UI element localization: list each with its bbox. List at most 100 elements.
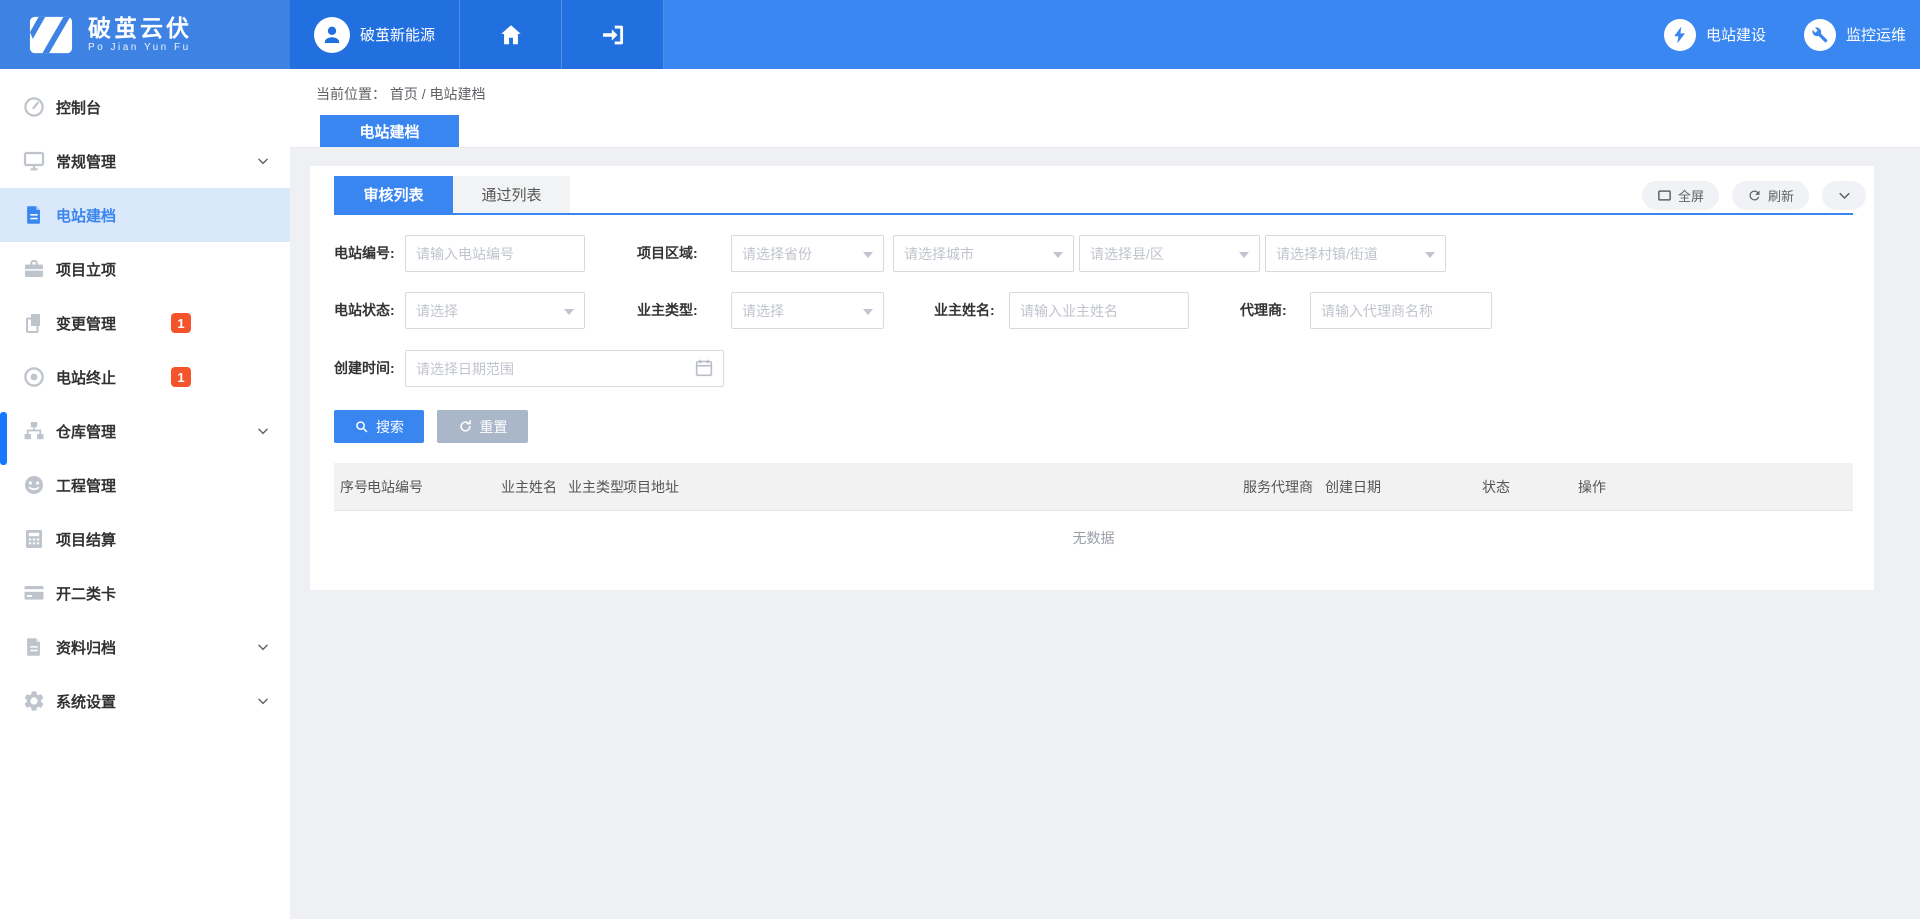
owner-name-input[interactable] bbox=[1009, 292, 1189, 329]
station-no-label: 电站编号: bbox=[334, 235, 395, 272]
bank-card-icon bbox=[21, 580, 47, 606]
fullscreen-icon bbox=[1657, 188, 1672, 203]
sidebar-item-station-termination[interactable]: 电站终止 1 bbox=[0, 350, 290, 404]
home-icon bbox=[498, 22, 524, 48]
region-label: 项目区域: bbox=[637, 235, 698, 272]
sidebar-scrollbar-thumb[interactable] bbox=[0, 412, 7, 465]
tab-approved-list[interactable]: 通过列表 bbox=[453, 176, 570, 213]
nav-label: 监控运维 bbox=[1846, 24, 1906, 45]
nav-station-construction[interactable]: 电站建设 bbox=[1664, 19, 1766, 51]
topbar: 当前位置： 首页 / 电站建档 电站建档 bbox=[290, 69, 1920, 148]
sidebar-item-engineering-mgmt[interactable]: 工程管理 bbox=[0, 458, 290, 512]
chevron-down-icon bbox=[256, 640, 270, 654]
sidebar-item-project-initiation[interactable]: 项目立项 bbox=[0, 242, 290, 296]
sidebar-item-label: 控制台 bbox=[56, 97, 101, 118]
sidebar-item-data-archive[interactable]: 资料归档 bbox=[0, 620, 290, 674]
caret-down-icon bbox=[564, 309, 574, 315]
city-select[interactable]: 请选择城市 bbox=[893, 235, 1074, 272]
owner-type-label: 业主类型: bbox=[637, 292, 698, 329]
empty-state-text: 无数据 bbox=[334, 528, 1853, 548]
calendar-icon[interactable] bbox=[693, 357, 715, 379]
county-select-placeholder: 请选择县/区 bbox=[1090, 244, 1164, 264]
user-icon bbox=[320, 23, 344, 47]
dashboard-icon bbox=[21, 94, 47, 120]
sidebar-item-station-filing[interactable]: 电站建档 bbox=[0, 188, 290, 242]
header: 破茧云伏 Po Jian Yun Fu 破茧新能源 电站建设 bbox=[0, 0, 1920, 69]
breadcrumb-label: 当前位置： bbox=[316, 86, 386, 102]
home-button[interactable] bbox=[460, 0, 562, 69]
search-button[interactable]: 搜索 bbox=[334, 410, 424, 443]
panel-toolbar: 全屏 刷新 bbox=[1642, 181, 1866, 210]
refresh-label: 刷新 bbox=[1768, 186, 1794, 205]
brand-title: 破茧云伏 bbox=[88, 16, 192, 41]
sidebar-item-label: 开二类卡 bbox=[56, 583, 116, 604]
filter-row-1: 电站编号: 项目区域: 请选择省份 请选择城市 请选择县/区 请选择村镇/街道 bbox=[310, 235, 1874, 272]
document-icon bbox=[21, 202, 47, 228]
sidebar-item-general-mgmt[interactable]: 常规管理 bbox=[0, 134, 290, 188]
sidebar-item-label: 项目立项 bbox=[56, 259, 116, 280]
main-area: 当前位置： 首页 / 电站建档 电站建档 审核列表 通过列表 全屏 刷新 电站编… bbox=[290, 69, 1920, 919]
tab-review-list[interactable]: 审核列表 bbox=[334, 176, 453, 213]
sidebar-item-label: 电站建档 bbox=[56, 205, 116, 226]
province-select[interactable]: 请选择省份 bbox=[731, 235, 884, 272]
nav-monitoring-ops[interactable]: 监控运维 bbox=[1804, 19, 1906, 51]
reset-button[interactable]: 重置 bbox=[437, 410, 528, 443]
breadcrumb-path[interactable]: 首页 / 电站建档 bbox=[390, 86, 486, 102]
pages-icon bbox=[21, 310, 47, 336]
user-menu[interactable]: 破茧新能源 bbox=[290, 0, 460, 69]
page-tab-station-filing[interactable]: 电站建档 bbox=[320, 115, 459, 147]
station-status-label: 电站状态: bbox=[334, 292, 395, 329]
filter-actions: 搜索 重置 bbox=[334, 410, 528, 443]
sidebar-item-system-settings[interactable]: 系统设置 bbox=[0, 674, 290, 728]
panel-card: 审核列表 通过列表 全屏 刷新 电站编号: 项目区域: 请选择省份 bbox=[310, 166, 1874, 590]
create-time-label: 创建时间: bbox=[334, 350, 395, 387]
station-no-input[interactable] bbox=[405, 235, 585, 272]
sidebar-item-label: 变更管理 bbox=[56, 313, 116, 334]
user-name: 破茧新能源 bbox=[360, 24, 435, 45]
agent-label: 代理商: bbox=[1240, 292, 1287, 329]
filter-row-2: 电站状态: 请选择 业主类型: 请选择 业主姓名: 代理商: bbox=[310, 292, 1874, 329]
sidebar-item-label: 电站终止 bbox=[56, 367, 116, 388]
avatar bbox=[314, 17, 350, 53]
date-range-field bbox=[405, 350, 724, 387]
caret-down-icon bbox=[1239, 252, 1249, 258]
county-select[interactable]: 请选择县/区 bbox=[1079, 235, 1260, 272]
date-range-input[interactable] bbox=[405, 350, 724, 387]
search-label: 搜索 bbox=[376, 417, 404, 437]
col-owner-name: 业主姓名 bbox=[501, 463, 557, 511]
sitemap-icon bbox=[21, 418, 47, 444]
breadcrumb: 当前位置： 首页 / 电站建档 bbox=[316, 84, 486, 104]
nav-label: 电站建设 bbox=[1706, 24, 1766, 45]
fullscreen-label: 全屏 bbox=[1678, 186, 1704, 205]
sidebar-item-console[interactable]: 控制台 bbox=[0, 80, 290, 134]
search-icon bbox=[354, 419, 369, 434]
sidebar-item-change-mgmt[interactable]: 变更管理 1 bbox=[0, 296, 290, 350]
target-icon bbox=[21, 364, 47, 390]
owner-type-select[interactable]: 请选择 bbox=[731, 292, 884, 329]
agent-input[interactable] bbox=[1310, 292, 1492, 329]
archive-icon bbox=[21, 634, 47, 660]
brand-text: 破茧云伏 Po Jian Yun Fu bbox=[88, 16, 192, 52]
collapse-button[interactable] bbox=[1822, 181, 1866, 210]
sidebar-item-warehouse-mgmt[interactable]: 仓库管理 bbox=[0, 404, 290, 458]
province-select-placeholder: 请选择省份 bbox=[742, 244, 812, 264]
monitor-icon bbox=[21, 148, 47, 174]
station-status-select[interactable]: 请选择 bbox=[405, 292, 585, 329]
refresh-button[interactable]: 刷新 bbox=[1732, 181, 1809, 210]
brand-subtitle: Po Jian Yun Fu bbox=[88, 42, 192, 53]
fullscreen-button[interactable]: 全屏 bbox=[1642, 181, 1719, 210]
sidebar-item-label: 项目结算 bbox=[56, 529, 116, 550]
tab-underline bbox=[334, 213, 1853, 215]
brand-logo[interactable]: 破茧云伏 Po Jian Yun Fu bbox=[0, 0, 290, 69]
town-select-placeholder: 请选择村镇/街道 bbox=[1276, 244, 1378, 264]
town-select[interactable]: 请选择村镇/街道 bbox=[1265, 235, 1446, 272]
sidebar-item-open-card[interactable]: 开二类卡 bbox=[0, 566, 290, 620]
col-create-date: 创建日期 bbox=[1325, 463, 1381, 511]
logout-button[interactable] bbox=[562, 0, 664, 69]
sign-in-icon bbox=[599, 21, 627, 49]
caret-down-icon bbox=[1053, 252, 1063, 258]
wrench-icon bbox=[1804, 19, 1836, 51]
filter-row-3: 创建时间: bbox=[310, 350, 1874, 387]
caret-down-icon bbox=[863, 309, 873, 315]
sidebar-item-project-settlement[interactable]: 项目结算 bbox=[0, 512, 290, 566]
